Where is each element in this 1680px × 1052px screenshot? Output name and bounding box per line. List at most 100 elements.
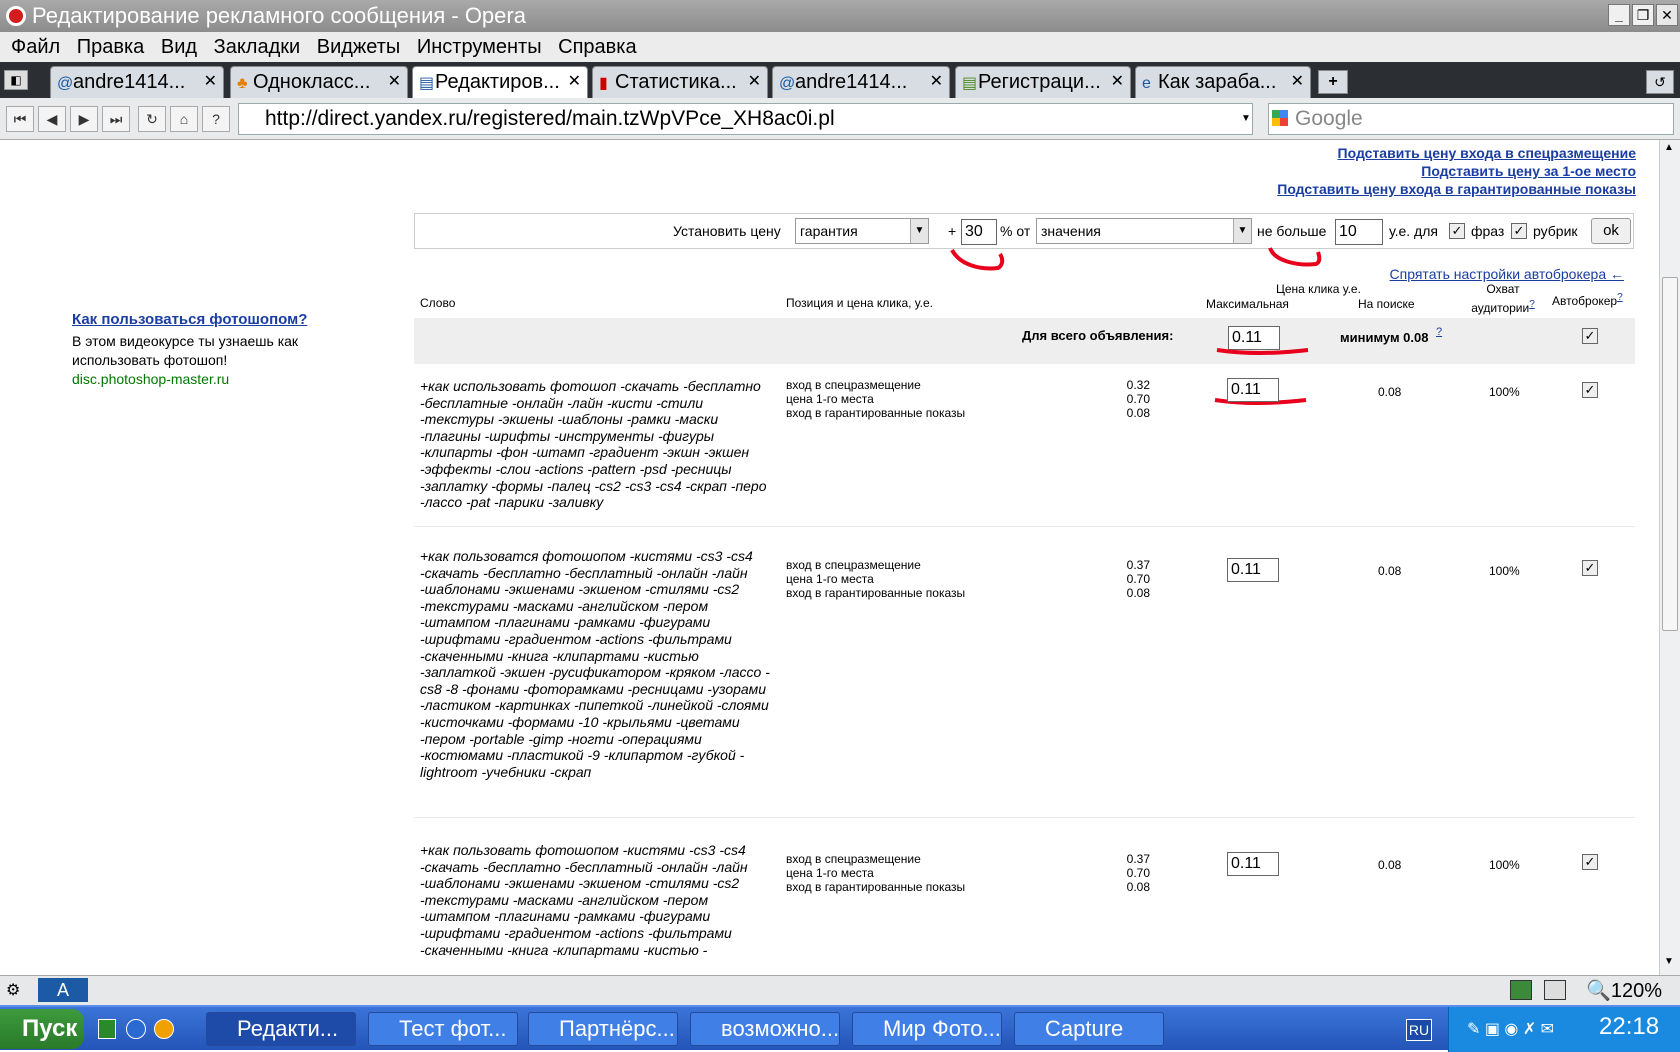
hide-autobroker-link[interactable]: Спрятать настройки автоброкера ← bbox=[1390, 266, 1624, 282]
max-price-input[interactable] bbox=[1335, 219, 1383, 245]
back-icon[interactable]: ◀ bbox=[38, 106, 66, 132]
keyword-row: +как использовать фотошоп -скачать -бесп… bbox=[414, 372, 1635, 527]
utorrent-icon[interactable] bbox=[98, 1019, 116, 1039]
menu-file[interactable]: Файл bbox=[0, 32, 60, 62]
search-price: 0.08 bbox=[1378, 564, 1402, 578]
position-label: вход в гарантированные показы bbox=[786, 406, 966, 420]
search-input[interactable]: Google bbox=[1268, 103, 1674, 135]
autobroker-checkbox[interactable]: ✓ bbox=[1582, 560, 1598, 576]
position-value: 0.70 bbox=[1126, 392, 1150, 406]
panels-toggle-icon[interactable]: ◧ bbox=[4, 70, 28, 90]
tab-close-icon[interactable]: ✕ bbox=[204, 67, 217, 97]
taskbar-window[interactable]: возможно... bbox=[690, 1012, 840, 1046]
security-info-icon[interactable]: ? bbox=[202, 106, 230, 132]
taskbar-opera[interactable]: Редакти... bbox=[206, 1012, 356, 1046]
close-button[interactable]: ✕ bbox=[1656, 4, 1678, 26]
scroll-up-icon[interactable]: ▲ bbox=[1664, 142, 1674, 153]
tab-odnoklassniki[interactable]: ♣ Однокласс... ✕ bbox=[230, 66, 408, 98]
menu-help[interactable]: Справка bbox=[547, 32, 636, 62]
minimize-button[interactable]: _ bbox=[1608, 4, 1630, 26]
scrollbar-thumb[interactable] bbox=[1662, 277, 1678, 631]
link-guaranteed[interactable]: Подставить цену входа в гарантированные … bbox=[1277, 180, 1636, 198]
taskbar-window[interactable]: Мир Фото... bbox=[852, 1012, 1002, 1046]
rewind-icon[interactable]: ⏮ bbox=[6, 106, 34, 132]
home-icon[interactable]: ⌂ bbox=[170, 106, 198, 132]
ad-url[interactable]: disc.photoshop-master.ru bbox=[72, 370, 332, 389]
menu-bar: Файл Правка Вид Закладки Виджеты Инструм… bbox=[0, 32, 1680, 62]
help-icon[interactable]: ? bbox=[1436, 326, 1442, 338]
no-more-label: не больше bbox=[1257, 223, 1327, 239]
tab-edit-ad[interactable]: ▤Редактиров... ✕ bbox=[412, 66, 588, 98]
autobroker-checkbox[interactable]: ✓ bbox=[1582, 382, 1598, 398]
header-max: Максимальная bbox=[1206, 297, 1289, 311]
tab-close-icon[interactable]: ✕ bbox=[1291, 67, 1304, 97]
autobroker-checkbox[interactable]: ✓ bbox=[1582, 854, 1598, 870]
vertical-scrollbar[interactable]: ▲ ▼ bbox=[1659, 140, 1680, 975]
tab-close-icon[interactable]: ✕ bbox=[568, 67, 581, 97]
closed-tabs-icon[interactable]: ↺ bbox=[1646, 70, 1674, 94]
image-toggle-icon[interactable] bbox=[1544, 980, 1566, 1000]
tab-close-icon[interactable]: ✕ bbox=[930, 67, 943, 97]
menu-widgets[interactable]: Виджеты bbox=[306, 32, 401, 62]
new-tab-plus-icon[interactable]: + bbox=[1318, 70, 1348, 94]
rubrics-checkbox[interactable]: ✓ bbox=[1511, 223, 1527, 239]
all-autobroker-checkbox[interactable]: ✓ bbox=[1582, 328, 1598, 344]
units-label: у.е. для bbox=[1389, 223, 1438, 239]
tab-close-icon[interactable]: ✕ bbox=[748, 67, 761, 97]
zoom-level[interactable]: 🔍120% bbox=[1586, 978, 1662, 1003]
max-price-input[interactable] bbox=[1227, 378, 1279, 402]
ad-title[interactable]: Как пользоваться фотошопом? bbox=[72, 310, 332, 329]
window-title: Редактирование рекламного сообщения - Op… bbox=[32, 3, 526, 28]
address-dropdown-icon[interactable]: ▼ bbox=[1238, 103, 1254, 135]
price-type-select[interactable]: гарантия ▼ bbox=[795, 218, 929, 244]
tab-label: Регистраци... bbox=[978, 71, 1101, 93]
menu-view[interactable]: Вид bbox=[150, 32, 197, 62]
position-label: вход в гарантированные показы bbox=[786, 586, 966, 600]
tab-mail-2[interactable]: @andre1414... ✕ bbox=[772, 66, 950, 98]
position-values: 0.37 0.70 0.08 bbox=[1110, 852, 1150, 894]
quicklaunch-icon[interactable] bbox=[154, 1019, 174, 1039]
max-price-input[interactable] bbox=[1227, 852, 1279, 876]
position-value: 0.08 bbox=[1126, 406, 1150, 420]
tray-icons[interactable]: ✎ ▣ ◉ ✗ ✉ bbox=[1467, 1019, 1554, 1039]
taskbar-window[interactable]: Тест фот... bbox=[368, 1012, 518, 1046]
menu-bookmarks[interactable]: Закладки bbox=[203, 32, 301, 62]
start-button[interactable]: Пуск bbox=[0, 1009, 84, 1049]
reload-icon[interactable]: ↻ bbox=[138, 106, 166, 132]
rubrics-label: рубрик bbox=[1533, 223, 1578, 239]
tab-how-earn[interactable]: e Как зараба... ✕ bbox=[1135, 66, 1311, 98]
keyword-text: +как использовать фотошоп -скачать -бесп… bbox=[420, 378, 767, 511]
taskbar-window[interactable]: Capture bbox=[1014, 1012, 1164, 1046]
reach-value: 100% bbox=[1489, 564, 1520, 578]
menu-edit[interactable]: Правка bbox=[66, 32, 145, 62]
link-first-place[interactable]: Подставить цену за 1-ое место bbox=[1277, 162, 1636, 180]
ok-button[interactable]: ok bbox=[1591, 218, 1631, 244]
fast-forward-icon[interactable]: ⏭ bbox=[102, 106, 130, 132]
help-icon[interactable]: ? bbox=[1529, 299, 1535, 310]
language-indicator[interactable]: RU bbox=[1406, 1019, 1432, 1041]
view-mode-icon[interactable]: A bbox=[38, 978, 88, 1002]
tab-close-icon[interactable]: ✕ bbox=[1111, 67, 1124, 97]
scroll-down-icon[interactable]: ▼ bbox=[1664, 956, 1674, 967]
menu-tools[interactable]: Инструменты bbox=[406, 32, 542, 62]
tab-close-icon[interactable]: ✕ bbox=[388, 67, 401, 97]
forward-icon[interactable]: ▶ bbox=[70, 106, 98, 132]
position-value: 0.37 bbox=[1126, 558, 1150, 572]
speed-dial-icon[interactable] bbox=[1510, 980, 1532, 1000]
quicklaunch-icon[interactable] bbox=[126, 1019, 146, 1039]
tab-registration[interactable]: ▤Регистраци... ✕ bbox=[955, 66, 1131, 98]
taskbar-label: возможно... bbox=[721, 1016, 840, 1041]
tools-icon[interactable]: ⚙ bbox=[6, 980, 20, 1000]
phrases-checkbox[interactable]: ✓ bbox=[1449, 223, 1465, 239]
ad-text: В этом видеокурсе ты узнаешь как использ… bbox=[72, 333, 299, 368]
restore-button[interactable]: ❐ bbox=[1632, 4, 1654, 26]
link-special-placement[interactable]: Подставить цену входа в спецразмещение bbox=[1277, 144, 1636, 162]
tab-statistics[interactable]: ▮ Статистика... ✕ bbox=[592, 66, 768, 98]
address-input[interactable]: http://direct.yandex.ru/registered/main.… bbox=[238, 103, 1253, 135]
tab-mail-1[interactable]: @andre1414... ✕ bbox=[50, 66, 224, 98]
header-price-group: Цена клика у.е. bbox=[1276, 282, 1361, 296]
address-toolbar: ⏮ ◀ ▶ ⏭ ↻ ⌂ ? http://direct.yandex.ru/re… bbox=[0, 98, 1680, 140]
taskbar-window[interactable]: Партнёрс... bbox=[528, 1012, 678, 1046]
max-price-input[interactable] bbox=[1227, 558, 1279, 582]
help-icon[interactable]: ? bbox=[1617, 292, 1623, 303]
